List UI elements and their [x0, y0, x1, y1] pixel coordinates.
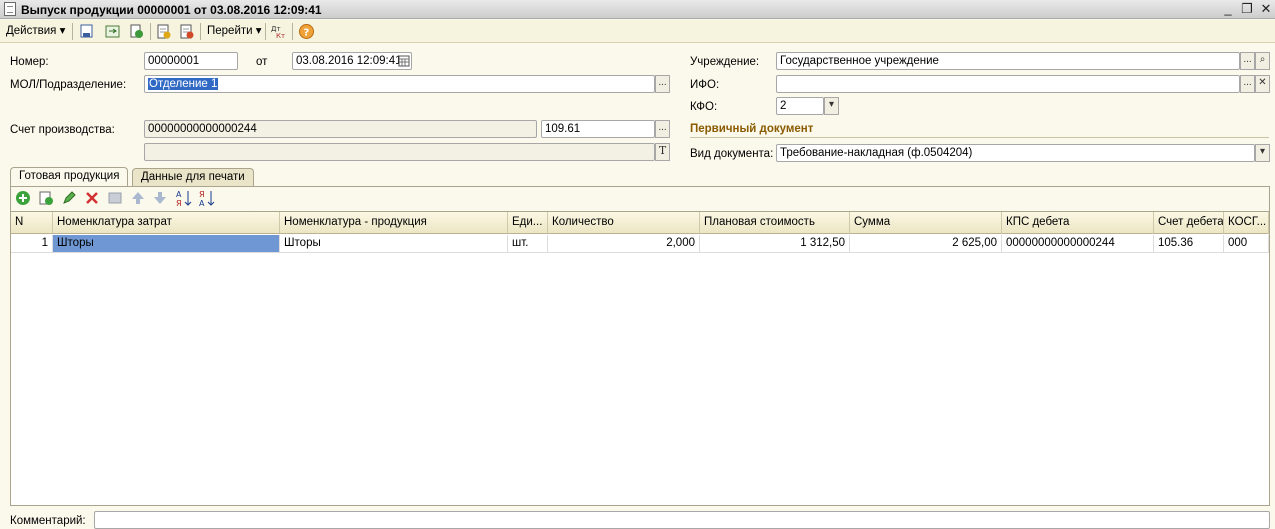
ifo-select-button[interactable]: ...: [1240, 75, 1255, 93]
copy-row-icon[interactable]: [38, 190, 54, 206]
goto-label: Перейти: [207, 25, 253, 37]
sort-ascending-icon[interactable]: АЯ: [175, 189, 192, 207]
comment-label: Комментарий:: [10, 515, 86, 527]
tab-label: Данные для печати: [141, 171, 245, 183]
table-cell[interactable]: 1: [11, 235, 53, 253]
tab-label: Готовая продукция: [19, 170, 120, 182]
toolbar-separator: [72, 23, 73, 40]
actions-menu[interactable]: Действия ▾: [6, 23, 65, 40]
chevron-down-icon[interactable]: ▾: [1255, 144, 1270, 162]
primary-doc-heading: Первичный документ: [690, 123, 814, 135]
institution-select-button[interactable]: ...: [1240, 52, 1255, 70]
toolbar-separator: [200, 23, 201, 40]
post-icon[interactable]: [155, 23, 172, 40]
kfo-label: КФО:: [690, 101, 718, 113]
table-cell[interactable]: 2 625,00: [850, 235, 1002, 253]
date-value: 03.08.2016 12:09:41: [296, 55, 402, 67]
refresh-icon[interactable]: [104, 23, 121, 40]
toolbar-separator: [292, 23, 293, 40]
mol-value: Отделение 1: [148, 78, 219, 90]
document-icon: [4, 2, 16, 16]
journal-icon[interactable]: ДтКт: [270, 23, 287, 40]
move-up-icon[interactable]: [130, 190, 146, 206]
table-cell[interactable]: Шторы: [53, 235, 280, 253]
unpost-icon[interactable]: [178, 23, 195, 40]
restore-icon[interactable]: ❐: [1238, 1, 1256, 17]
mol-field[interactable]: Отделение 1: [144, 75, 655, 93]
svg-text:Я: Я: [176, 199, 182, 207]
tab-finished-products[interactable]: Готовая продукция: [10, 167, 129, 186]
products-table[interactable]: N Номенклатура затрат Номенклатура - про…: [10, 211, 1270, 506]
add-row-icon[interactable]: [15, 190, 31, 206]
title-bar: Выпуск продукции 00000001 от 03.08.2016 …: [0, 0, 1275, 19]
window-title: Выпуск продукции 00000001 от 03.08.2016 …: [21, 3, 322, 17]
column-header[interactable]: Еди...: [508, 212, 548, 234]
chevron-down-icon[interactable]: ▾: [824, 97, 839, 115]
table-cell[interactable]: 105.36: [1154, 235, 1224, 253]
save-post-icon[interactable]: [78, 23, 95, 40]
prod-account-label: Счет производства:: [10, 124, 115, 136]
ifo-label: ИФО:: [690, 79, 720, 91]
prod-account-select-button[interactable]: ...: [655, 120, 670, 138]
prod-account-subconto-field[interactable]: [144, 143, 655, 161]
goto-menu[interactable]: Перейти ▾: [207, 23, 262, 40]
mol-label: МОЛ/Подразделение:: [10, 79, 127, 91]
text-edit-icon[interactable]: T: [655, 143, 670, 161]
table-cell[interactable]: 00000000000000244: [1002, 235, 1154, 253]
date-field[interactable]: 03.08.2016 12:09:41: [292, 52, 412, 70]
prod-account-field[interactable]: 109.61: [541, 120, 655, 138]
calendar-icon[interactable]: [398, 55, 410, 67]
search-icon[interactable]: ⌕: [1255, 52, 1270, 70]
number-field[interactable]: 00000001: [144, 52, 238, 70]
column-header[interactable]: Сумма: [850, 212, 1002, 234]
table-cell[interactable]: 000: [1224, 235, 1269, 253]
doc-type-field[interactable]: Требование-накладная (ф.0504204): [776, 144, 1255, 162]
table-cell[interactable]: Шторы: [280, 235, 508, 253]
sort-descending-icon[interactable]: ЯА: [198, 189, 215, 207]
institution-field[interactable]: Государственное учреждение: [776, 52, 1240, 70]
number-label: Номер:: [10, 56, 49, 68]
svg-text:?: ?: [304, 28, 310, 39]
close-icon[interactable]: ✕: [1257, 1, 1275, 17]
svg-text:А: А: [199, 199, 205, 207]
clear-icon[interactable]: ✕: [1255, 75, 1270, 93]
from-label: от: [256, 56, 268, 68]
move-down-icon[interactable]: [152, 190, 168, 206]
svg-text:А: А: [176, 190, 182, 199]
tab-print-data[interactable]: Данные для печати: [132, 168, 254, 186]
institution-label: Учреждение:: [690, 56, 760, 68]
prod-account-kps-field[interactable]: 00000000000000244: [144, 120, 537, 138]
toolbar: Действия ▾ Перейти ▾ Дт Кт ?: [0, 20, 1275, 43]
edit-pencil-icon[interactable]: [61, 190, 77, 206]
doc-type-label: Вид документа:: [690, 148, 774, 160]
column-header[interactable]: Количество: [548, 212, 700, 234]
minimize-icon[interactable]: _: [1219, 1, 1237, 17]
column-header[interactable]: Счет дебета: [1154, 212, 1224, 234]
column-header[interactable]: КОСГ...: [1224, 212, 1269, 234]
end-edit-icon[interactable]: [107, 190, 123, 206]
help-icon[interactable]: ?: [298, 23, 315, 40]
column-header[interactable]: КПС дебета: [1002, 212, 1154, 234]
column-header[interactable]: Плановая стоимость: [700, 212, 850, 234]
comment-field[interactable]: [94, 511, 1270, 529]
toolbar-separator: [265, 23, 266, 40]
table-cell[interactable]: шт.: [508, 235, 548, 253]
delete-row-icon[interactable]: [84, 190, 100, 206]
column-header[interactable]: N: [11, 212, 53, 234]
svg-text:Кт: Кт: [276, 32, 285, 40]
ifo-field[interactable]: [776, 75, 1240, 93]
actions-label: Действия: [6, 25, 57, 37]
toolbar-separator: [150, 23, 151, 40]
table-cell[interactable]: 1 312,50: [700, 235, 850, 253]
column-header[interactable]: Номенклатура затрат: [53, 212, 280, 234]
table-cell[interactable]: 2,000: [548, 235, 700, 253]
svg-text:Я: Я: [199, 190, 205, 199]
column-header[interactable]: Номенклатура - продукция: [280, 212, 508, 234]
kfo-field[interactable]: 2: [776, 97, 824, 115]
copy-icon[interactable]: [128, 23, 145, 40]
section-divider: [690, 137, 1269, 138]
mol-select-button[interactable]: ...: [655, 75, 670, 93]
